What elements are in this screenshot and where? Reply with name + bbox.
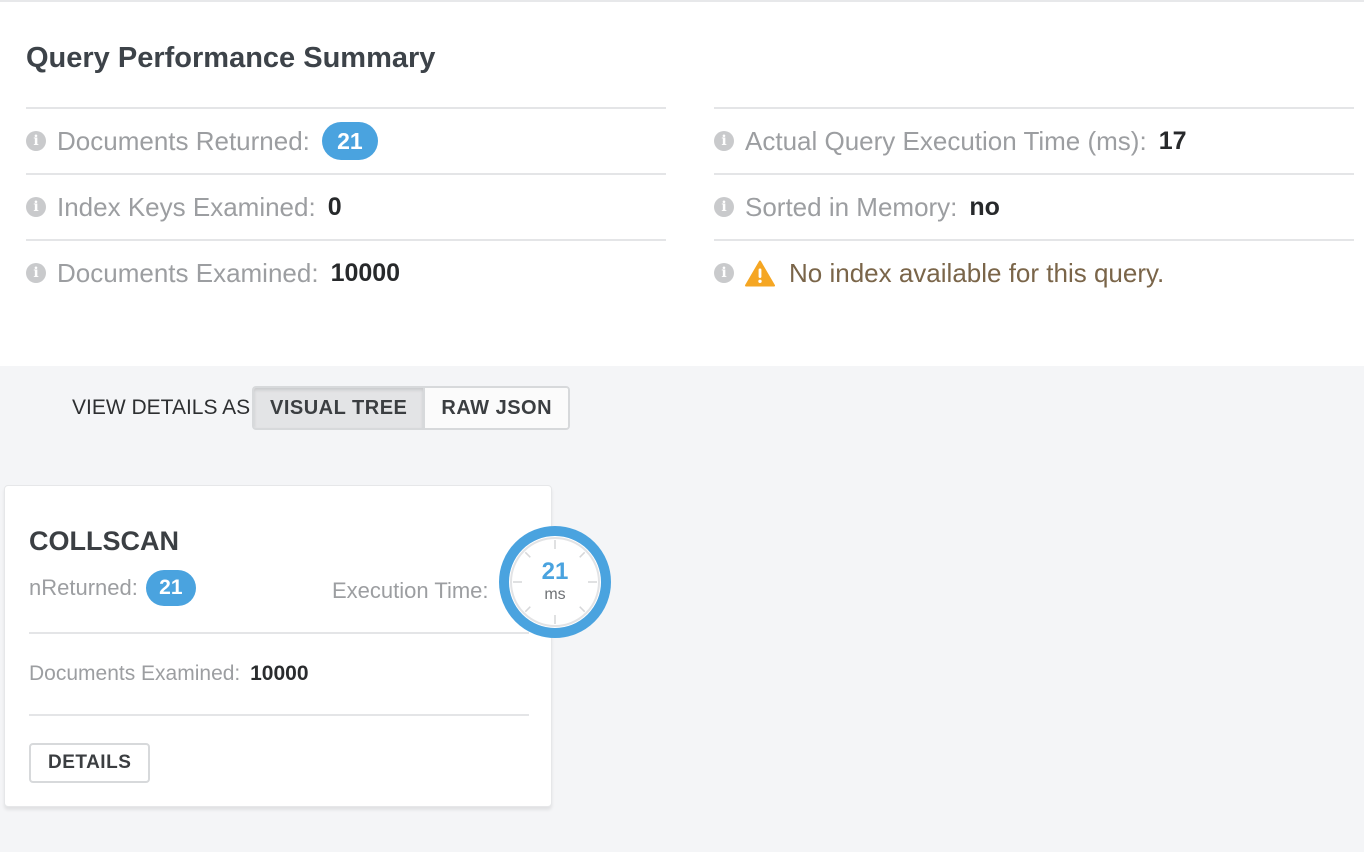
execution-time-label: Execution Time: (332, 578, 489, 603)
summary-left-column: i Documents Returned: 21 i Index Keys Ex… (26, 107, 666, 305)
stage-documents-examined: Documents Examined: 10000 (29, 662, 309, 686)
stage-name: COLLSCAN (29, 526, 179, 556)
nreturned-label: nReturned: (29, 575, 138, 600)
stage-divider (29, 632, 529, 634)
summary-right-column: i Actual Query Execution Time (ms): 17 i… (714, 107, 1354, 305)
details-button[interactable]: DETAILS (29, 743, 151, 783)
execution-time-label: Actual Query Execution Time (ms): (745, 125, 1147, 156)
summary-row-sorted-in-memory: i Sorted in Memory: no (714, 173, 1354, 239)
documents-examined-value: 10000 (330, 258, 401, 287)
execution-time-unit: ms (544, 586, 566, 603)
info-icon[interactable]: i (714, 131, 734, 151)
info-icon[interactable]: i (26, 263, 46, 283)
info-icon[interactable]: i (26, 131, 46, 151)
query-performance-summary: Query Performance Summary i Documents Re… (0, 0, 1364, 366)
sorted-in-memory-label: Sorted in Memory: (745, 191, 958, 222)
info-icon[interactable]: i (714, 197, 734, 217)
view-details-label: VIEW DETAILS AS (72, 396, 251, 419)
index-keys-examined-label: Index Keys Examined: (57, 191, 316, 222)
info-icon[interactable]: i (26, 197, 46, 217)
summary-row-execution-time: i Actual Query Execution Time (ms): 17 (714, 107, 1354, 173)
warning-triangle-icon (745, 260, 775, 287)
collscan-stage-card: COLLSCAN nReturned: 21 Execution Time: 2… (4, 485, 611, 807)
visual-tree-button[interactable]: VISUAL TREE (254, 388, 424, 428)
stage-nreturned: nReturned: 21 (29, 570, 196, 606)
summary-title: Query Performance Summary (26, 42, 436, 74)
nreturned-badge: 21 (145, 570, 196, 606)
info-icon[interactable]: i (714, 263, 734, 283)
summary-row-index-warning: i No index available for this query. (714, 239, 1354, 305)
execution-time-value: 21 (541, 558, 569, 585)
execution-time-clock: 21 ms (497, 524, 613, 640)
view-details-toggle: VISUAL TREE RAW JSON (252, 386, 571, 430)
documents-returned-badge: 21 (321, 122, 378, 160)
stage-divider (29, 714, 529, 716)
stage-docs-examined-value: 10000 (250, 662, 309, 685)
summary-row-documents-returned: i Documents Returned: 21 (26, 107, 666, 173)
execution-time-value: 17 (1158, 126, 1187, 155)
documents-returned-label: Documents Returned: (57, 125, 310, 156)
stage-docs-examined-label: Documents Examined: (29, 662, 241, 685)
index-keys-examined-value: 0 (327, 192, 342, 221)
no-index-warning-text: No index available for this query. (789, 257, 1165, 288)
summary-row-index-keys-examined: i Index Keys Examined: 0 (26, 173, 666, 239)
sorted-in-memory-value: no (969, 192, 1000, 221)
raw-json-button[interactable]: RAW JSON (423, 388, 569, 428)
documents-examined-label: Documents Examined: (57, 257, 319, 288)
summary-row-documents-examined: i Documents Examined: 10000 (26, 239, 666, 305)
